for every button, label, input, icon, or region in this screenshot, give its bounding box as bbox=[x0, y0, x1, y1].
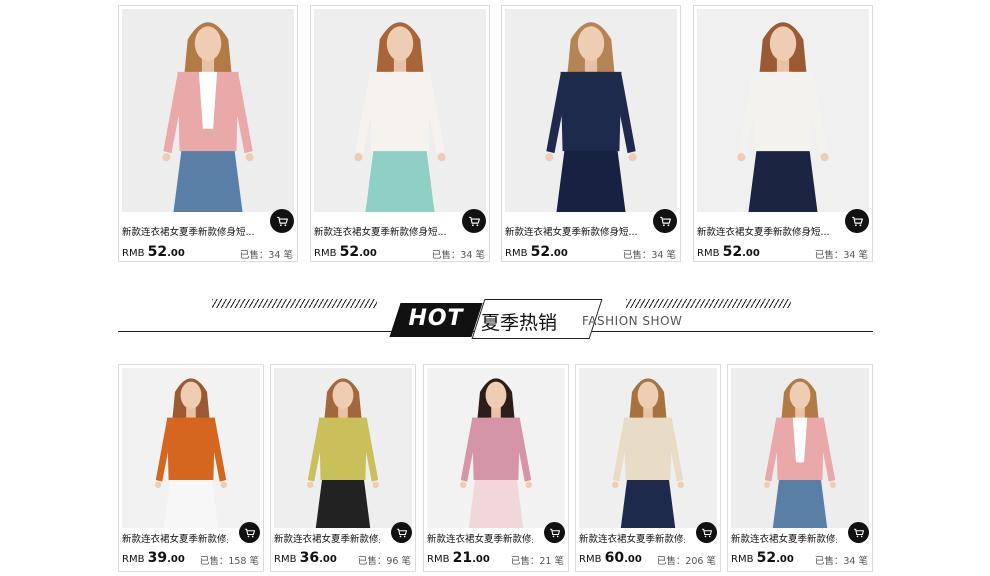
price-currency: RMB bbox=[731, 554, 754, 565]
product-card[interactable]: 新款连衣裙女夏季新款修身短... RMB 36.00 已售：96 笔 bbox=[270, 364, 416, 572]
add-to-cart-button[interactable] bbox=[391, 522, 412, 543]
cart-icon bbox=[701, 527, 713, 539]
price-decimal: .00 bbox=[167, 554, 185, 565]
price-decimal: .00 bbox=[776, 554, 794, 565]
price-integer: 39 bbox=[147, 550, 168, 566]
product-card[interactable]: 新款连衣裙女夏季新款修身短... RMB 52.00 已售：34 笔 bbox=[727, 364, 873, 572]
product-title[interactable]: 新款连衣裙女夏季新款修身短... bbox=[122, 531, 228, 545]
product-card[interactable]: 新款连衣裙女夏季新款修身短... RMB 60.00 已售：206 笔 bbox=[575, 364, 721, 572]
add-to-cart-button[interactable] bbox=[544, 522, 565, 543]
product-title[interactable]: 新款连衣裙女夏季新款修身短... bbox=[731, 531, 837, 545]
cart-icon bbox=[659, 215, 672, 228]
price-integer: 52 bbox=[756, 550, 777, 566]
sold-count: 已售：34 笔 bbox=[431, 250, 485, 261]
cart-icon bbox=[468, 215, 481, 228]
sold-count: 已售：96 笔 bbox=[357, 556, 411, 567]
price-decimal: .00 bbox=[550, 248, 568, 259]
price-currency: RMB bbox=[697, 248, 720, 259]
price-currency: RMB bbox=[427, 554, 450, 565]
product-image[interactable] bbox=[274, 368, 412, 528]
product-card[interactable]: 新款连衣裙女夏季新款修身短... RMB 52.00 已售：34 笔 bbox=[118, 5, 298, 262]
product-image[interactable] bbox=[505, 9, 677, 212]
price-integer: 36 bbox=[299, 550, 320, 566]
sold-count: 已售：34 笔 bbox=[814, 250, 868, 261]
product-image[interactable] bbox=[122, 368, 260, 528]
product-card[interactable]: 新款连衣裙女夏季新款修身短... RMB 52.00 已售：34 笔 bbox=[310, 5, 490, 262]
product-card[interactable]: 新款连衣裙女夏季新款修身短... RMB 52.00 已售：34 笔 bbox=[501, 5, 681, 262]
product-title[interactable]: 新款连衣裙女夏季新款修身短... bbox=[314, 224, 454, 238]
cart-icon bbox=[276, 215, 289, 228]
add-to-cart-button[interactable] bbox=[848, 522, 869, 543]
product-title[interactable]: 新款连衣裙女夏季新款修身短... bbox=[274, 531, 380, 545]
product-image[interactable] bbox=[122, 9, 294, 212]
add-to-cart-button[interactable] bbox=[653, 209, 677, 233]
cart-icon bbox=[244, 527, 256, 539]
product-card[interactable]: 新款连衣裙女夏季新款修身短... RMB 21.00 已售：21 笔 bbox=[423, 364, 569, 572]
product-price: RMB 52.00 bbox=[697, 244, 760, 260]
product-title[interactable]: 新款连衣裙女夏季新款修身短... bbox=[579, 531, 685, 545]
add-to-cart-button[interactable] bbox=[696, 522, 717, 543]
price-integer: 21 bbox=[452, 550, 473, 566]
price-currency: RMB bbox=[122, 248, 145, 259]
price-decimal: .00 bbox=[359, 248, 377, 259]
price-currency: RMB bbox=[122, 554, 145, 565]
price-decimal: .00 bbox=[472, 554, 490, 565]
price-decimal: .00 bbox=[319, 554, 337, 565]
product-card[interactable]: 新款连衣裙女夏季新款修身短... RMB 52.00 已售：34 笔 bbox=[693, 5, 873, 262]
product-price: RMB 52.00 bbox=[314, 244, 377, 260]
add-to-cart-button[interactable] bbox=[845, 209, 869, 233]
cart-icon bbox=[853, 527, 865, 539]
product-price: RMB 52.00 bbox=[731, 550, 794, 566]
product-price: RMB 36.00 bbox=[274, 550, 337, 566]
product-price: RMB 52.00 bbox=[505, 244, 568, 260]
product-price: RMB 60.00 bbox=[579, 550, 642, 566]
add-to-cart-button[interactable] bbox=[239, 522, 260, 543]
decor-hatch-left bbox=[212, 299, 377, 308]
price-integer: 52 bbox=[339, 244, 360, 260]
section-title-cn: 夏季热销 bbox=[481, 312, 558, 334]
product-title[interactable]: 新款连衣裙女夏季新款修身短... bbox=[427, 531, 533, 545]
price-decimal: .00 bbox=[167, 248, 185, 259]
sold-count: 已售：34 笔 bbox=[622, 250, 676, 261]
section-title-en: FASHION SHOW bbox=[582, 314, 683, 328]
price-integer: 52 bbox=[722, 244, 743, 260]
price-decimal: .00 bbox=[624, 554, 642, 565]
sold-count: 已售：158 笔 bbox=[199, 556, 259, 567]
product-title[interactable]: 新款连衣裙女夏季新款修身短... bbox=[505, 224, 645, 238]
sold-count: 已售：34 笔 bbox=[814, 556, 868, 567]
sold-count: 已售：34 笔 bbox=[239, 250, 293, 261]
price-integer: 52 bbox=[147, 244, 168, 260]
add-to-cart-button[interactable] bbox=[462, 209, 486, 233]
product-image[interactable] bbox=[427, 368, 565, 528]
price-currency: RMB bbox=[274, 554, 297, 565]
product-price: RMB 21.00 bbox=[427, 550, 490, 566]
add-to-cart-button[interactable] bbox=[270, 209, 294, 233]
product-image[interactable] bbox=[697, 9, 869, 212]
price-currency: RMB bbox=[505, 248, 528, 259]
sold-count: 已售：206 笔 bbox=[656, 556, 716, 567]
product-title[interactable]: 新款连衣裙女夏季新款修身短... bbox=[697, 224, 837, 238]
sold-count: 已售：21 笔 bbox=[510, 556, 564, 567]
price-currency: RMB bbox=[314, 248, 337, 259]
product-image[interactable] bbox=[314, 9, 486, 212]
product-image[interactable] bbox=[579, 368, 717, 528]
product-image[interactable] bbox=[731, 368, 869, 528]
hot-label: HOT bbox=[408, 306, 464, 331]
price-currency: RMB bbox=[579, 554, 602, 565]
price-integer: 52 bbox=[530, 244, 551, 260]
product-card[interactable]: 新款连衣裙女夏季新款修身短... RMB 39.00 已售：158 笔 bbox=[118, 364, 264, 572]
product-price: RMB 52.00 bbox=[122, 244, 185, 260]
cart-icon bbox=[396, 527, 408, 539]
cart-icon bbox=[851, 215, 864, 228]
decor-hatch-right bbox=[626, 299, 791, 308]
product-price: RMB 39.00 bbox=[122, 550, 185, 566]
product-title[interactable]: 新款连衣裙女夏季新款修身短... bbox=[122, 224, 262, 238]
cart-icon bbox=[549, 527, 561, 539]
price-integer: 60 bbox=[604, 550, 625, 566]
price-decimal: .00 bbox=[742, 248, 760, 259]
